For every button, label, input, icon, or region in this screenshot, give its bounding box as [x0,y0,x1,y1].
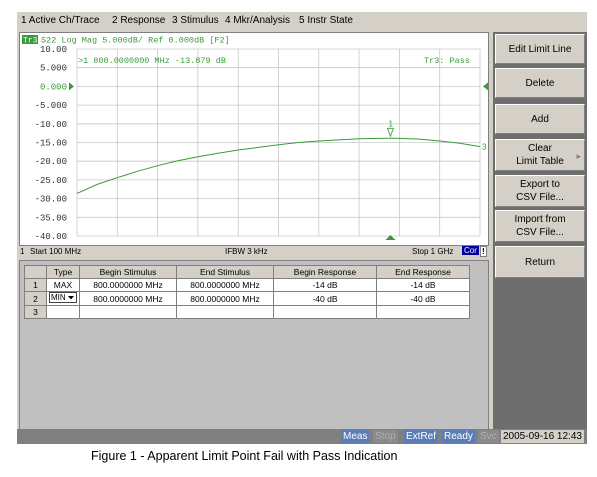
row-number: 2 [24,291,47,306]
import-csv-button[interactable]: Import from CSV File... [495,210,585,242]
begin-stimulus-cell[interactable]: 800.0000000 MHz [79,278,177,292]
figure-caption: Figure 1 - Apparent Limit Point Fail wit… [91,449,398,463]
begin-stimulus-cell[interactable]: 800.0000000 MHz [79,291,177,306]
limit-table-header-row: Type Begin Stimulus End Stimulus Begin R… [24,265,470,279]
meas-indicator: Meas [341,430,370,443]
col-end-stimulus-header: End Stimulus [176,265,274,279]
reference-level-left-arrow[interactable] [69,82,74,91]
softkey-menu-title: Edit Limit Line [495,34,585,64]
y-tick-label: 5.000 [40,64,67,74]
analyzer-window: 1 Active Ch/Trace 2 Response 3 Stimulus … [17,12,587,444]
marker-readout: >1 800.0000000 MHz -13.879 dB [78,56,226,66]
clear-limit-table-label: Clear Limit Table [516,143,564,167]
table-row: 1 MAX 800.0000000 MHz 800.0000000 MHz -1… [24,278,470,292]
delete-button[interactable]: Delete [495,68,585,98]
trace-end-label: 3 [482,143,487,152]
instrument-status-bar: Meas Stop ExtRef Ready Svc 2005-09-16 12… [17,429,587,444]
correction-indicator: Cor [462,246,479,255]
menu-mkr-analysis[interactable]: 4 Mkr/Analysis [225,15,290,26]
y-tick-label: -15.00 [35,139,67,149]
chevron-down-icon[interactable] [66,293,76,302]
end-response-cell[interactable] [376,305,470,319]
end-stimulus-cell[interactable]: 800.0000000 MHz [176,278,274,292]
export-csv-button[interactable]: Export to CSV File... [495,175,585,207]
trace-header: S22 Log Mag 5.000dB/ Ref 0.000dB [F2] [41,36,230,46]
col-end-response-header: End Response [376,265,470,279]
softkey-menu: Edit Limit Line Delete Add Clear Limit T… [493,32,587,444]
table-row: 3 [24,305,470,319]
chart-grid [76,48,481,237]
row-number: 3 [24,305,47,319]
limit-table-corner [24,265,47,279]
type-dropdown-value: MIN [51,293,66,302]
col-begin-response-header: Begin Response [273,265,377,279]
y-tick-label: 10.00 [40,45,67,55]
y-axis-ticks: 10.00 5.000 0.000 -5.000 -10.00 -15.00 -20.00 -… [35,45,67,242]
type-dropdown[interactable]: MIN [49,292,77,303]
channel-status-bar: 1 Start 100 MHz IFBW 3 kHz Stop 1 GHz Co… [19,246,489,258]
return-button[interactable]: Return [495,246,585,278]
row-number: 1 [24,278,47,292]
col-begin-stimulus-header: Begin Stimulus [79,265,177,279]
y-tick-label: -30.00 [35,195,67,205]
channel-number: 1 [20,247,25,256]
y-tick-label: -40.00 [35,232,67,242]
menu-stimulus[interactable]: 3 Stimulus [172,15,219,26]
date-time: 2005-09-16 12:43 [501,430,584,443]
end-response-cell[interactable]: -14 dB [376,278,470,292]
menu-response[interactable]: 2 Response [112,15,165,26]
stop-indicator: Stop [373,430,398,443]
trace-badge[interactable]: Tr3 [23,37,38,46]
extref-indicator: ExtRef [404,430,439,443]
col-type-header: Type [46,265,80,279]
chevron-right-icon: ▸ [576,151,581,161]
end-stimulus-cell[interactable] [176,305,274,319]
y-tick-label: -5.000 [35,101,67,111]
begin-stimulus-cell[interactable] [79,305,177,319]
begin-response-cell[interactable] [273,305,377,319]
marker-1-label: 1 [388,119,393,128]
stop-frequency[interactable]: Stop 1 GHz [412,247,453,256]
y-tick-label: 0.000 [40,82,67,92]
end-response-cell[interactable]: -40 dB [376,291,470,306]
marker-1-triangle [386,127,395,138]
menu-instr-state[interactable]: 5 Instr State [299,15,353,26]
y-tick-label: -25.00 [35,176,67,186]
menu-bar: 1 Active Ch/Trace 2 Response 3 Stimulus … [17,12,587,30]
begin-response-cell[interactable]: -14 dB [273,278,377,292]
ifbw[interactable]: IFBW 3 kHz [225,247,268,256]
limit-table: Type Begin Stimulus End Stimulus Begin R… [24,265,470,319]
limit-table-window: Type Begin Stimulus End Stimulus Begin R… [19,260,489,431]
svc-indicator: Svc [478,430,499,443]
add-button[interactable]: Add [495,104,585,134]
trace-chart: Tr3 S22 Log Mag 5.000dB/ Ref 0.000dB [F2… [22,35,488,242]
menu-active-ch-trace[interactable]: 1 Active Ch/Trace [21,15,100,26]
y-tick-label: -20.00 [35,157,67,167]
limit-pass-status: Tr3: Pass [424,56,470,66]
y-tick-label: -35.00 [35,213,67,223]
start-frequency[interactable]: Start 100 MHz [30,247,81,256]
marker-1[interactable]: 1 [386,119,395,138]
trace-window[interactable]: Tr3 S22 Log Mag 5.000dB/ Ref 0.000dB [F2… [19,32,489,246]
y-tick-label: -10.00 [35,120,67,130]
ready-indicator: Ready [442,430,475,443]
type-cell[interactable]: MAX [46,278,80,292]
type-cell[interactable] [46,305,80,319]
end-stimulus-cell[interactable]: 800.0000000 MHz [176,291,274,306]
begin-response-cell[interactable]: -40 dB [273,291,377,306]
table-row: 2 MIN 800.0000000 MHz 800.0000000 MHz -4… [24,291,470,306]
clear-limit-table-button[interactable]: Clear Limit Table ▸ [495,139,585,171]
warning-indicator: ! [480,246,487,257]
type-cell[interactable]: MIN [46,291,80,306]
reference-level-right-arrow [483,82,488,91]
